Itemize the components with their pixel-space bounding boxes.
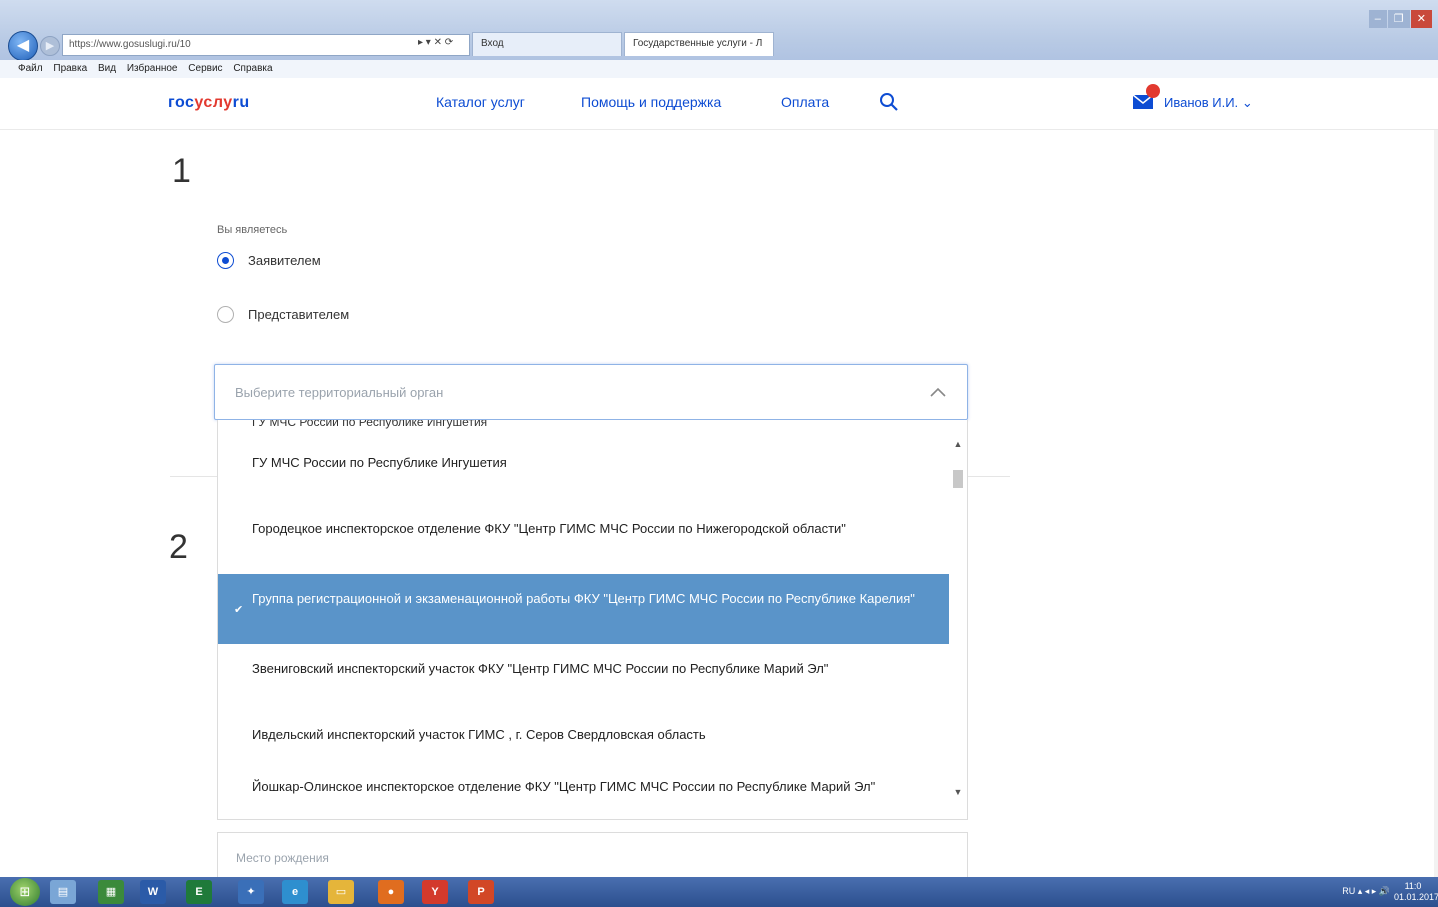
browser-tab[interactable]: Вход bbox=[472, 32, 622, 56]
browser-chrome: ◀ ▶ https://www.gosuslugi.ru/10 ▸ ▾ ✕ ⟳ … bbox=[0, 0, 1438, 78]
dropdown-item[interactable]: Звениговский инспекторский участок ФКУ "… bbox=[218, 644, 951, 712]
dropdown-item-selected[interactable]: ✔ Группа регистрационной и экзаменационн… bbox=[218, 574, 951, 644]
dropdown-item-label: Ивдельский инспекторский участок ГИМС , … bbox=[252, 727, 706, 742]
menu-edit[interactable]: Правка bbox=[53, 63, 87, 74]
role-label: Вы являетесь bbox=[217, 224, 288, 236]
windows-logo-icon: ⊞ bbox=[19, 884, 31, 899]
page-scrollbar[interactable] bbox=[1434, 130, 1438, 890]
dropdown-options: ГУ МЧС России по Республике Ингушетия ГУ… bbox=[218, 420, 951, 808]
nav-payment[interactable]: Оплата bbox=[781, 94, 829, 110]
site-header: госуслуru Каталог услуг Помощь и поддерж… bbox=[0, 78, 1438, 130]
step-number-1: 1 bbox=[172, 152, 191, 190]
close-window-button[interactable]: ✕ bbox=[1410, 10, 1432, 28]
clock-time: 11:0 bbox=[1404, 881, 1422, 891]
clock-date: 01.01.2017 bbox=[1394, 892, 1438, 902]
nav-help[interactable]: Помощь и поддержка bbox=[581, 94, 721, 110]
taskbar-app-icon[interactable]: ▦ bbox=[98, 880, 124, 904]
dropdown-item-label: Звениговский инспекторский участок ФКУ "… bbox=[252, 661, 829, 676]
minimize-button[interactable]: – bbox=[1368, 10, 1387, 28]
taskbar-ie-icon[interactable]: e bbox=[282, 880, 308, 904]
taskbar-powerpoint-icon[interactable]: P bbox=[468, 880, 494, 904]
system-tray[interactable]: RU ▴ ◂ ▸ 🔊 bbox=[1342, 886, 1390, 897]
maximize-button[interactable]: ❐ bbox=[1387, 10, 1410, 28]
back-button[interactable]: ◀ bbox=[8, 31, 38, 61]
browser-titlebar: ◀ ▶ https://www.gosuslugi.ru/10 ▸ ▾ ✕ ⟳ … bbox=[0, 0, 1438, 61]
logo-part-ru: ru bbox=[232, 94, 250, 111]
logo-part-gos: гос bbox=[168, 94, 195, 111]
radio-representative[interactable]: Представителем bbox=[217, 306, 350, 324]
window-controls: – ❐ ✕ bbox=[1368, 10, 1432, 28]
arrow-right-icon: ▶ bbox=[45, 40, 55, 52]
taskbar-app-icon[interactable]: ✦ bbox=[238, 880, 264, 904]
taskbar-clock[interactable]: 11:0 01.01.2017 bbox=[1394, 881, 1438, 903]
birthplace-field[interactable]: Место рождения bbox=[217, 832, 968, 882]
dropdown-item[interactable]: ГУ МЧС России по Республике Ингушетия bbox=[218, 434, 951, 506]
arrow-left-icon: ◀ bbox=[16, 37, 30, 54]
radio-label: Заявителем bbox=[248, 253, 321, 269]
logo-part-usl: услу bbox=[194, 94, 233, 111]
chevron-up-icon[interactable] bbox=[929, 385, 947, 399]
menu-file[interactable]: Файл bbox=[18, 63, 43, 74]
menu-view[interactable]: Вид bbox=[98, 63, 116, 74]
taskbar-word-icon[interactable]: W bbox=[140, 880, 166, 904]
radio-label: Представителем bbox=[248, 307, 350, 323]
scroll-thumb[interactable] bbox=[953, 470, 963, 488]
menu-help[interactable]: Справка bbox=[233, 63, 272, 74]
birthplace-placeholder: Место рождения bbox=[236, 851, 329, 865]
territorial-select[interactable]: Выберите территориальный орган bbox=[214, 364, 968, 420]
dropdown-item[interactable]: Городецкое инспекторское отделение ФКУ "… bbox=[218, 506, 951, 574]
dropdown-item-label: Йошкар-Олинское инспекторское отделение … bbox=[252, 779, 876, 794]
step-number-2: 2 bbox=[169, 528, 188, 566]
menu-tools[interactable]: Сервис bbox=[188, 63, 222, 74]
nav-catalog[interactable]: Каталог услуг bbox=[436, 94, 525, 110]
taskbar-excel-icon[interactable]: E bbox=[186, 880, 212, 904]
site-logo[interactable]: госуслуru bbox=[168, 94, 250, 112]
taskbar-yandex-icon[interactable]: Y bbox=[422, 880, 448, 904]
windows-taskbar: ⊞ ▤ ▦ W E ✦ e ▭ ● Y P RU ▴ ◂ ▸ 🔊 11:0 01… bbox=[0, 877, 1438, 907]
radio-button[interactable] bbox=[217, 306, 234, 324]
scroll-up-icon[interactable]: ▲ bbox=[952, 438, 964, 450]
browser-tab-active[interactable]: Государственные услуги - Л bbox=[624, 32, 774, 56]
search-icon[interactable] bbox=[879, 92, 899, 112]
dropdown-item-label: ГУ МЧС России по Республике Ингушетия bbox=[252, 455, 507, 470]
scroll-down-icon[interactable]: ▼ bbox=[952, 786, 964, 798]
radio-button-checked[interactable] bbox=[217, 252, 234, 270]
dropdown-item-label: Городецкое инспекторское отделение ФКУ "… bbox=[252, 521, 846, 536]
select-placeholder: Выберите территориальный орган bbox=[235, 385, 444, 400]
radio-applicant[interactable]: Заявителем bbox=[217, 252, 321, 270]
dropdown-item-partial[interactable]: ГУ МЧС России по Республике Ингушетия bbox=[218, 420, 951, 434]
address-tools[interactable]: ▸ ▾ ✕ ⟳ bbox=[418, 37, 453, 48]
taskbar-explorer-icon[interactable]: ▤ bbox=[50, 880, 76, 904]
dropdown-item[interactable]: Йошкар-Олинское инспекторское отделение … bbox=[218, 768, 951, 808]
start-button[interactable]: ⊞ bbox=[10, 878, 40, 906]
forward-button[interactable]: ▶ bbox=[40, 36, 60, 56]
menu-favorites[interactable]: Избранное bbox=[127, 63, 178, 74]
user-name: Иванов И.И. bbox=[1164, 95, 1239, 110]
notification-badge bbox=[1146, 84, 1160, 98]
dropdown-item-label: Группа регистрационной и экзаменационной… bbox=[252, 591, 915, 606]
taskbar-folder-icon[interactable]: ▭ bbox=[328, 880, 354, 904]
dropdown-scrollbar[interactable]: ▲ ▼ bbox=[949, 420, 967, 819]
territorial-dropdown: ГУ МЧС России по Республике Ингушетия ГУ… bbox=[217, 420, 968, 820]
taskbar-firefox-icon[interactable]: ● bbox=[378, 880, 404, 904]
check-icon: ✔ bbox=[234, 604, 244, 616]
address-bar[interactable]: https://www.gosuslugi.ru/10 bbox=[62, 34, 470, 56]
dropdown-item[interactable]: Ивдельский инспекторский участок ГИМС , … bbox=[218, 712, 951, 768]
user-menu[interactable]: Иванов И.И. ⌄ bbox=[1164, 95, 1253, 111]
chevron-down-icon: ⌄ bbox=[1241, 95, 1253, 110]
browser-menubar: Файл Правка Вид Избранное Сервис Справка bbox=[0, 60, 1438, 78]
